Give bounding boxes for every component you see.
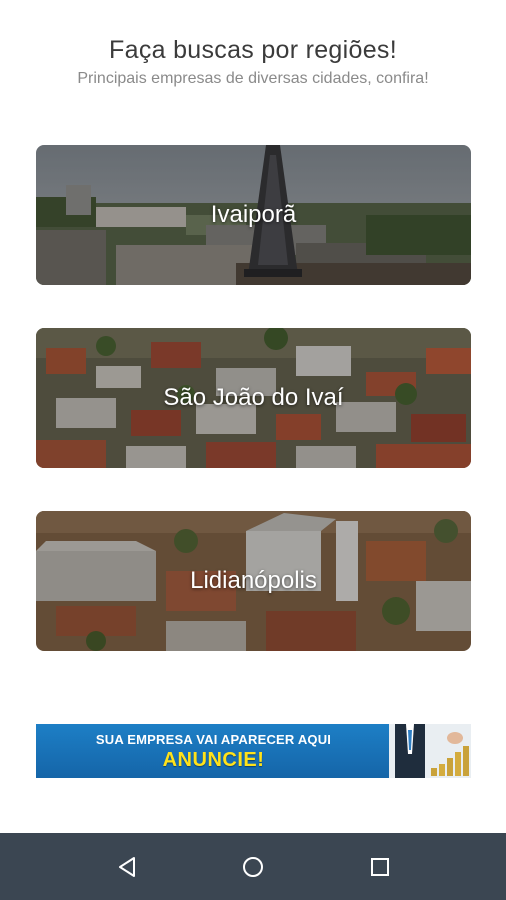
page-title: Faça buscas por regiões!: [109, 36, 397, 64]
region-card-ivaipora[interactable]: Ivaiporã: [36, 145, 471, 285]
region-card-lidianopolis[interactable]: Lidianópolis: [36, 511, 471, 651]
ad-banner[interactable]: SUA EMPRESA VAI APARECER AQUI ANUNCIE!: [36, 724, 471, 778]
businessman-coins-icon: [389, 724, 471, 778]
region-label: Lidianópolis: [190, 567, 317, 594]
region-card-sao-joao-do-ivai[interactable]: São João do Ivaí: [36, 328, 471, 468]
region-label: São João do Ivaí: [163, 384, 344, 411]
back-icon[interactable]: [114, 853, 142, 881]
home-icon[interactable]: [239, 853, 267, 881]
system-nav-bar: [0, 833, 506, 900]
ad-banner-cta: ANUNCIE!: [162, 749, 265, 771]
page-subtitle: Principais empresas de diversas cidades,…: [77, 70, 429, 87]
header: Faça buscas por regiões! Principais empr…: [0, 34, 506, 88]
region-label: Ivaiporã: [210, 201, 297, 228]
recent-apps-icon[interactable]: [366, 853, 394, 881]
ad-banner-text: SUA EMPRESA VAI APARECER AQUI: [95, 732, 332, 747]
